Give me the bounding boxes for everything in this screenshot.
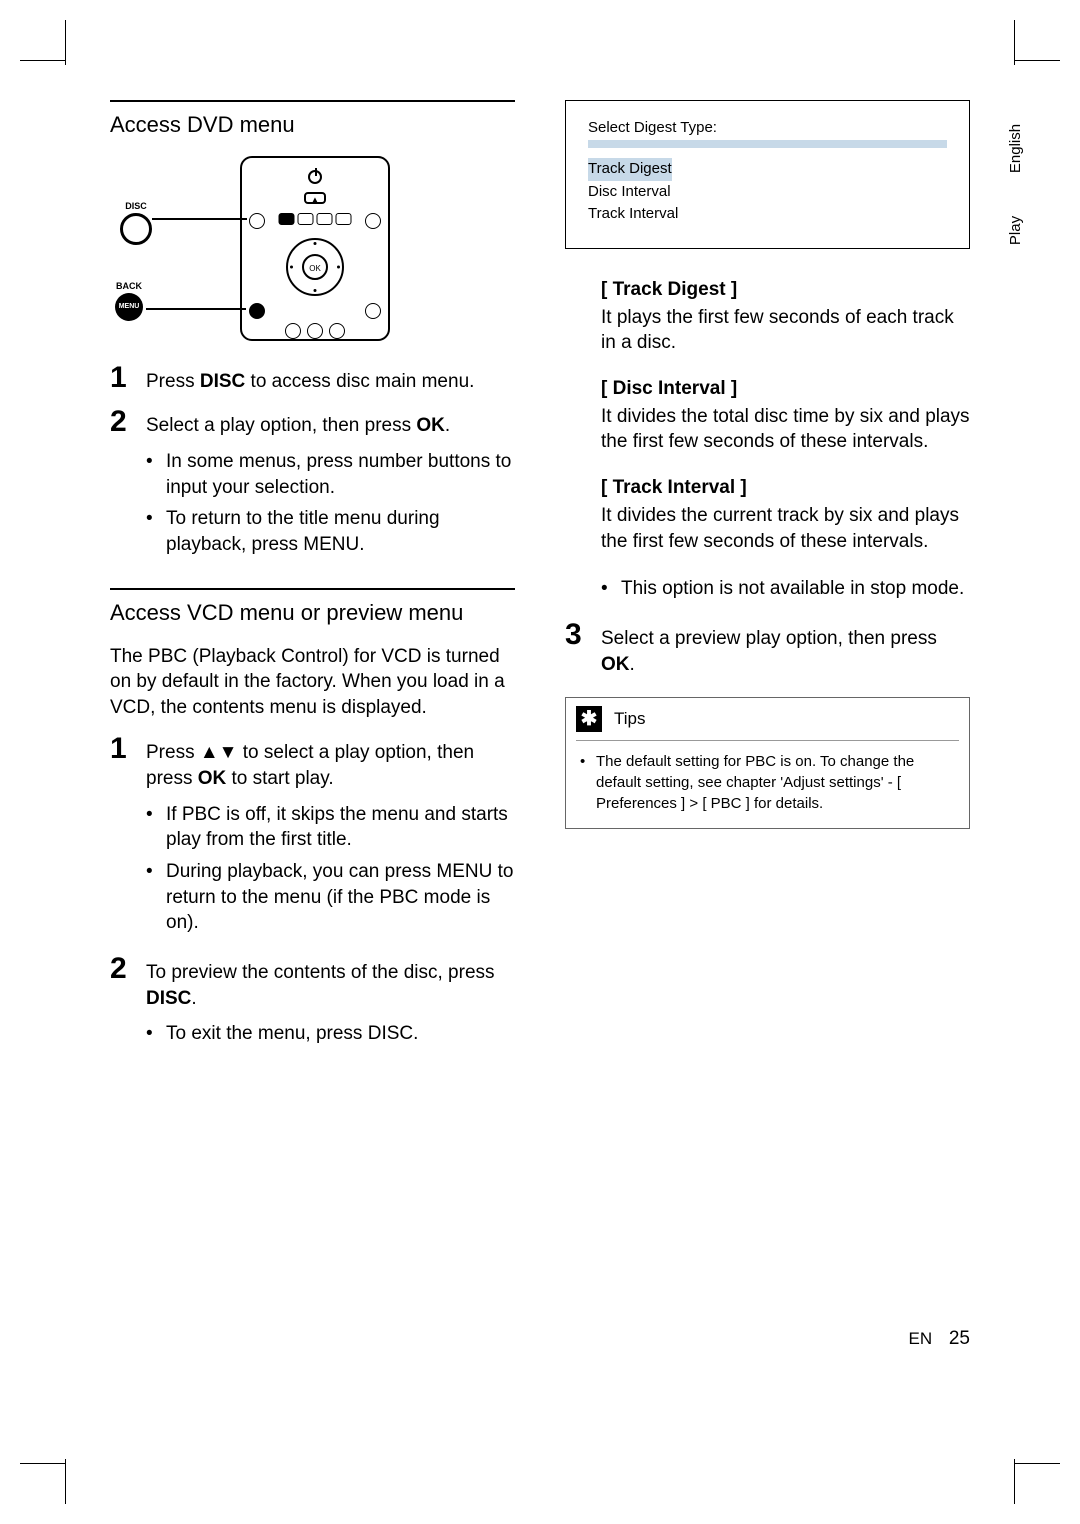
- digest-type-box: Select Digest Type: Track Digest Disc In…: [565, 100, 970, 249]
- tips-label: Tips: [614, 709, 646, 729]
- menu-button-icon: MENU: [115, 293, 143, 321]
- digest-item-track-digest: Track Digest: [588, 158, 672, 181]
- vcd-intro-text: The PBC (Playback Control) for VCD is tu…: [110, 644, 515, 721]
- page-footer: EN 25: [909, 1328, 971, 1350]
- vcd-step-2: 2 To preview the contents of the disc, p…: [110, 952, 515, 1011]
- up-down-icon: ▲▼: [200, 742, 238, 763]
- option-track-interval: [ Track Interval ] It divides the curren…: [601, 477, 970, 554]
- track-interval-note: This option is not available in stop mod…: [601, 576, 970, 602]
- vcd-step1-bullet-1: If PBC is off, it skips the menu and sta…: [146, 802, 515, 853]
- dvd-step2-bullet-2: To return to the title menu during playb…: [146, 506, 515, 557]
- power-icon: [308, 170, 322, 184]
- disc-button-callout: DISC: [120, 201, 152, 245]
- preview-step-3: 3 Select a preview play option, then pre…: [565, 618, 970, 677]
- side-tab-language: English: [1007, 124, 1024, 173]
- dvd-step2-bullet-1: In some menus, press number buttons to i…: [146, 449, 515, 500]
- tips-box: ✱ Tips The default setting for PBC is on…: [565, 697, 970, 829]
- side-tabs: English Play: [991, 140, 1040, 284]
- asterisk-icon: ✱: [576, 706, 602, 732]
- tips-text: The default setting for PBC is on. To ch…: [566, 741, 969, 828]
- disc-button-icon: [120, 213, 152, 245]
- side-tab-section: Play: [1007, 196, 1024, 245]
- remote-diagram: DISC BACK MENU ▲ OK: [110, 156, 410, 341]
- remote-outline: ▲ OK: [240, 156, 390, 341]
- vcd-step-1: 1 Press ▲▼ to select a play option, then…: [110, 732, 515, 791]
- dvd-step-2: 2 Select a play option, then press OK.: [110, 405, 515, 439]
- digest-header: Select Digest Type:: [588, 119, 947, 148]
- option-disc-interval: [ Disc Interval ] It divides the total d…: [601, 378, 970, 455]
- vcd-step2-bullet-1: To exit the menu, press DISC.: [146, 1021, 515, 1047]
- option-track-digest: [ Track Digest ] It plays the first few …: [601, 279, 970, 356]
- eject-icon: ▲: [304, 192, 326, 204]
- digest-item-disc-interval: Disc Interval: [588, 181, 947, 204]
- ok-ring-icon: OK: [286, 238, 344, 296]
- footer-language: EN: [909, 1329, 933, 1348]
- dvd-menu-heading: Access DVD menu: [110, 100, 515, 138]
- digest-item-track-interval: Track Interval: [588, 203, 947, 226]
- vcd-menu-heading: Access VCD menu or preview menu: [110, 588, 515, 626]
- page-number: 25: [949, 1328, 970, 1349]
- menu-button-callout: BACK MENU: [115, 281, 143, 321]
- dvd-step-1: 1 Press DISC to access disc main menu.: [110, 361, 515, 395]
- vcd-step1-bullet-2: During playback, you can press MENU to r…: [146, 859, 515, 936]
